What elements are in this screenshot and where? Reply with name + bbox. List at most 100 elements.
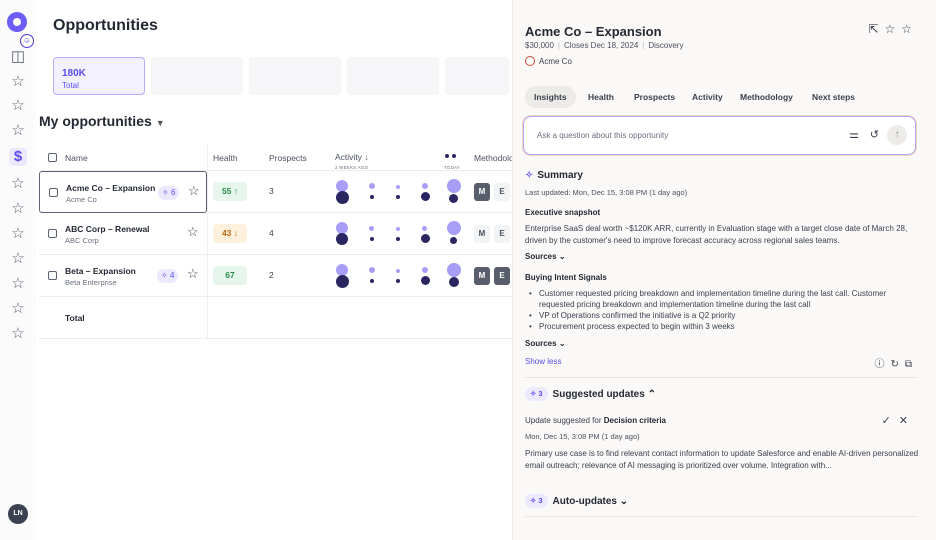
opportunity-name[interactable]: ABC Corp – Renewal — [65, 224, 150, 234]
history-icon[interactable]: ↺ — [870, 128, 879, 141]
methodology-chip[interactable]: E — [494, 225, 510, 243]
name-cell[interactable]: Acme Co – Expansion Acme Co ✧ 6 ☆ — [39, 171, 207, 213]
star-icon[interactable]: ☆ — [9, 250, 27, 268]
dollar-icon[interactable]: $ — [9, 148, 27, 166]
main-content: Opportunities 180K Total My opportunitie… — [36, 0, 514, 540]
chevron-up-icon: ⌃ — [647, 389, 656, 400]
star-icon[interactable]: ☆ — [901, 22, 918, 36]
show-less-link[interactable]: Show less — [525, 357, 561, 366]
star-icon[interactable]: ☆ — [9, 175, 27, 193]
activity-dot — [422, 183, 428, 189]
tab-next-steps[interactable]: Next steps — [803, 86, 864, 108]
refresh-icon[interactable]: ↻ — [890, 359, 904, 370]
methodology-chip[interactable]: E — [494, 267, 510, 285]
tab-prospects[interactable]: Prospects — [625, 86, 684, 108]
tab-insights[interactable]: Insights — [525, 86, 576, 108]
methodology-chip[interactable]: M — [474, 267, 490, 285]
opportunity-name[interactable]: Acme Co – Expansion — [66, 183, 155, 193]
divider — [525, 516, 917, 517]
star-icon[interactable]: ☆ — [9, 200, 27, 218]
star-icon[interactable]: ☆ — [9, 325, 27, 343]
tab-methodology[interactable]: Methodology — [731, 86, 802, 108]
kpi-card[interactable] — [445, 57, 509, 95]
column-header-methodology[interactable]: Methodolo — [474, 153, 514, 163]
activity-range-start: 2 WEEKS AGO — [335, 165, 369, 170]
update-actions: ✓✕ — [882, 414, 916, 427]
activity-dot — [447, 221, 461, 235]
name-cell[interactable]: Beta – Expansion Beta Enterprise ✧ 4 ☆ — [39, 255, 207, 297]
suggested-updates-heading[interactable]: ✧ 3 Suggested updates ⌃ — [525, 387, 656, 401]
kpi-row: 180K Total — [53, 57, 513, 97]
auto-updates-heading[interactable]: ✧ 3 Auto-updates ⌄ — [525, 494, 628, 508]
row-checkbox[interactable] — [49, 188, 58, 197]
select-all-checkbox[interactable] — [48, 153, 57, 162]
name-cell[interactable]: ABC Corp – Renewal ABC Corp ☆ — [39, 213, 207, 255]
column-header-name[interactable]: Name — [65, 153, 88, 163]
methodology-chip[interactable]: M — [474, 225, 490, 243]
account-name: Acme Co — [66, 195, 97, 204]
star-icon[interactable]: ☆ — [9, 122, 27, 140]
sources-toggle[interactable]: Sources ⌄ — [525, 252, 566, 261]
star-icon[interactable]: ☆ — [9, 275, 27, 293]
column-header-health[interactable]: Health — [213, 153, 238, 163]
table-row[interactable]: Beta – Expansion Beta Enterprise ✧ 4 ☆ 6… — [39, 255, 512, 297]
methodology-chip[interactable]: M — [474, 183, 490, 201]
chevron-down-icon: ⌄ — [558, 252, 566, 261]
methodology-chip[interactable]: E — [494, 183, 510, 201]
accept-icon[interactable]: ✓ — [882, 415, 899, 427]
row-checkbox[interactable] — [48, 229, 57, 238]
layout-icon[interactable]: ◫ — [9, 48, 27, 66]
divider — [525, 377, 917, 378]
star-icon[interactable]: ☆ — [9, 225, 27, 243]
executive-snapshot-text: Enterprise SaaS deal worth ~$120K ARR, c… — [525, 224, 908, 245]
star-icon[interactable]: ☆ — [9, 300, 27, 318]
summary-heading: ✧ Summary — [525, 170, 583, 181]
account-link[interactable]: Acme Co — [525, 56, 572, 66]
executive-snapshot-title: Executive snapshot — [525, 208, 601, 217]
kpi-card[interactable] — [347, 57, 439, 95]
sources-toggle[interactable]: Sources ⌄ — [525, 339, 566, 348]
suggestions-badge[interactable]: ✧ 6 — [158, 186, 180, 200]
app-logo-icon[interactable] — [7, 12, 27, 32]
kpi-value: 180K — [62, 68, 86, 79]
star-icon[interactable]: ☆ — [884, 22, 901, 36]
suggested-title: Suggested updates — [552, 389, 645, 400]
tab-health[interactable]: Health — [579, 86, 623, 108]
column-header-activity[interactable]: Activity ↓ — [335, 152, 369, 162]
row-checkbox[interactable] — [48, 271, 57, 280]
last-updated: Last updated: Mon, Dec 15, 3:08 PM (1 da… — [525, 188, 688, 197]
avatar[interactable]: LN — [8, 504, 28, 524]
activity-dot — [369, 226, 374, 231]
health-badge: 55 ↑ — [213, 182, 247, 201]
ask-input[interactable]: Ask a question about this opportunity ⚌ … — [523, 116, 916, 155]
star-icon[interactable]: ☆ — [9, 73, 27, 91]
kpi-total-card[interactable]: 180K Total — [53, 57, 145, 95]
send-button[interactable]: ↑ — [887, 125, 907, 145]
legend-dot-icon — [452, 154, 456, 158]
meta-separator: | — [557, 41, 560, 50]
auto-count-badge: ✧ 3 — [525, 494, 548, 508]
section-title[interactable]: My opportunities ▼ — [39, 113, 165, 129]
table-row[interactable]: ABC Corp – Renewal ABC Corp ☆ 43 ↓ 4 M E — [39, 213, 512, 255]
opportunity-name[interactable]: Beta – Expansion — [65, 266, 136, 276]
activity-dot — [396, 185, 400, 189]
star-icon[interactable]: ☆ — [187, 225, 199, 239]
info-icon[interactable]: ⓘ — [874, 359, 890, 370]
dismiss-icon[interactable]: ✕ — [899, 415, 916, 427]
list-item: Procurement process expected to begin wi… — [525, 321, 921, 332]
column-header-prospects[interactable]: Prospects — [269, 153, 307, 163]
kpi-card[interactable] — [151, 57, 243, 95]
star-icon[interactable]: ☆ — [9, 97, 27, 115]
star-icon[interactable]: ☆ — [188, 184, 200, 198]
icon-rail: ☺ ◫ ☆ ☆ ☆ $ ☆ ☆ ☆ ☆ ☆ ☆ ☆ LN — [0, 0, 36, 540]
suggestions-count: 4 — [169, 271, 175, 280]
open-external-icon[interactable]: ⇱ — [868, 22, 884, 36]
table-row[interactable]: Acme Co – Expansion Acme Co ✧ 6 ☆ 55 ↑ 3… — [39, 171, 512, 213]
copy-icon[interactable]: ⧉ — [905, 359, 918, 370]
tab-activity[interactable]: Activity — [683, 86, 732, 108]
filter-icon[interactable]: ⚌ — [849, 128, 859, 141]
suggestions-badge[interactable]: ✧ 4 — [157, 269, 179, 283]
update-text: Primary use case is to find relevant con… — [525, 449, 919, 470]
kpi-card[interactable] — [249, 57, 341, 95]
star-icon[interactable]: ☆ — [187, 267, 199, 281]
